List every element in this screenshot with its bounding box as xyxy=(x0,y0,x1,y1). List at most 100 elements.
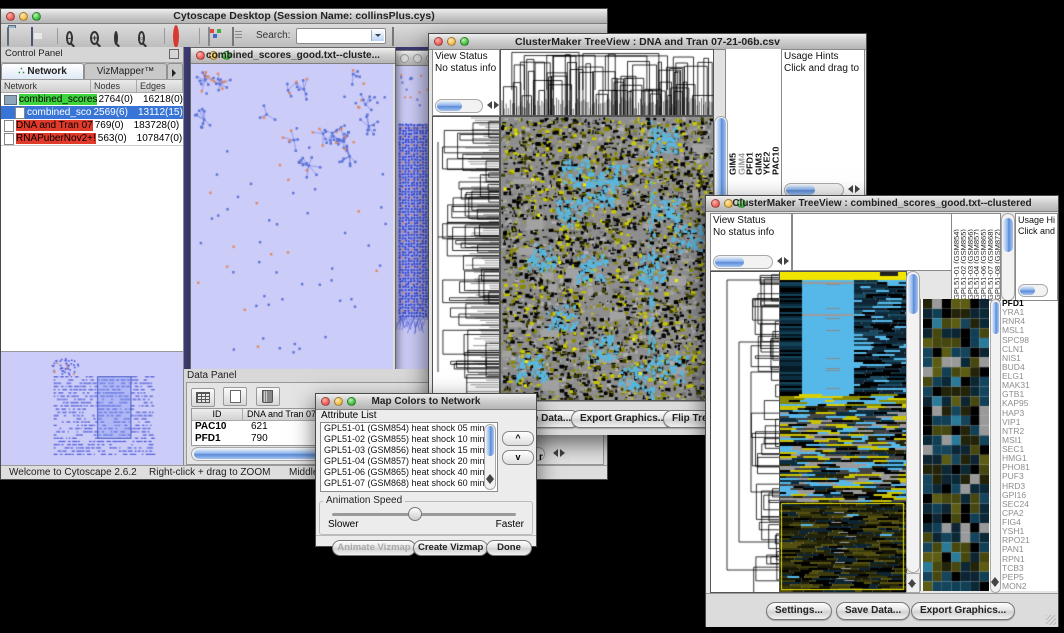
view-status-hscrollbar[interactable] xyxy=(435,99,483,113)
list-item[interactable]: GPL51-07 (GSM868) heat shock 60 min xyxy=(321,478,497,489)
save-data-button[interactable]: Save Data... xyxy=(836,602,910,620)
global-heatmap-canvas[interactable] xyxy=(500,116,714,401)
scroll-arrows[interactable] xyxy=(773,257,792,265)
gene-label-list[interactable]: PFD1YRA1RNR4MSL1SPC98CLN1NIS1BUD4ELG1MAK… xyxy=(1002,299,1056,591)
annotation-icon[interactable] xyxy=(232,28,250,44)
list-item[interactable]: GPL51-01 (GSM854) heat shock 05 min xyxy=(321,423,497,434)
zoom-heatmap-canvas[interactable] xyxy=(923,299,989,591)
scroll-arrows[interactable] xyxy=(549,449,569,457)
column-label: GPL51-02 (GSM855) xyxy=(959,216,966,300)
export-graphics-button[interactable]: Export Graphics... xyxy=(911,602,1015,620)
control-panel-header: Control Panel xyxy=(1,47,183,63)
node-count: 2764(0) xyxy=(99,94,133,105)
speed-slider-track[interactable] xyxy=(332,513,516,516)
zoom-out-icon[interactable]: - xyxy=(66,28,84,44)
network-row[interactable]: DNA and Tran 07769(0)183728(0) xyxy=(1,119,183,132)
network-window-titlebar[interactable]: combined_scores_good.txt--cluste... xyxy=(191,48,395,64)
column-label: GIM3 xyxy=(754,89,762,175)
network-view-canvas[interactable] xyxy=(191,64,393,369)
move-down-button[interactable]: v xyxy=(502,450,534,465)
scroll-arrows[interactable] xyxy=(906,573,920,593)
network-name: combined_sco xyxy=(27,107,91,118)
delete-attribute-icon[interactable] xyxy=(256,387,280,406)
zoom-fit-icon[interactable]: ▫ xyxy=(138,28,156,44)
column-dendrogram-canvas[interactable] xyxy=(500,49,714,116)
network-row[interactable]: RNAPuberNov2+!563(0)107847(0) xyxy=(1,132,183,145)
list-item[interactable]: GPL51-06 (GSM865) heat shock 40 min xyxy=(321,467,497,478)
help-lifesaver-icon[interactable] xyxy=(173,28,191,44)
usage-hints-title: Usage Hi xyxy=(1016,214,1057,226)
tab-overflow-icon[interactable] xyxy=(167,63,183,79)
zoom-selected-icon[interactable] xyxy=(114,28,132,44)
list-item[interactable]: GPL51-03 (GSM856) heat shock 15 min xyxy=(321,445,497,456)
slower-label: Slower xyxy=(328,519,359,530)
list-item[interactable]: GPL51-04 (GSM857) heat shock 20 min xyxy=(321,456,497,467)
move-up-button[interactable]: ^ xyxy=(502,431,534,446)
done-button[interactable]: Done xyxy=(486,540,532,556)
treeview2-content: View Status No status info GPL51-01 (GSM… xyxy=(706,211,1058,626)
gene-label[interactable]: MON2 xyxy=(1002,582,1056,591)
column-dendrogram-area[interactable] xyxy=(792,213,952,271)
scroll-arrows[interactable] xyxy=(483,101,500,109)
zoom-vscrollbar[interactable] xyxy=(990,299,1001,593)
node-count: 563(0) xyxy=(98,133,127,144)
chevron-down-icon[interactable] xyxy=(371,30,384,41)
tab-network[interactable]: ∴ Network xyxy=(1,63,84,79)
close-button[interactable] xyxy=(400,54,409,63)
save-icon[interactable] xyxy=(31,28,49,44)
dialog-titlebar[interactable]: Map Colors to Network xyxy=(316,394,536,410)
toolbar-separator xyxy=(199,28,200,44)
column-label: GIM4 xyxy=(737,89,745,175)
resize-grip[interactable] xyxy=(1046,615,1056,625)
detach-panel-icon[interactable] xyxy=(169,49,179,59)
row-dendrogram-canvas[interactable] xyxy=(710,271,781,593)
heatmap-vscrollbar[interactable] xyxy=(906,271,920,573)
list-item[interactable]: GPL51-02 (GSM855) heat shock 10 min xyxy=(321,434,497,445)
animate-vizmap-button[interactable]: Animate Vizmap xyxy=(332,540,416,556)
usage-hints-hscrollbar[interactable] xyxy=(1018,284,1048,297)
new-attribute-icon[interactable] xyxy=(223,387,247,406)
view-status-panel: View Status No status info xyxy=(710,213,792,271)
column-label: GPL51-01 (GSM854) xyxy=(952,216,959,300)
minimize-button[interactable] xyxy=(413,54,422,63)
folder-icon xyxy=(4,95,17,105)
labels-vscrollbar[interactable] xyxy=(1001,213,1015,301)
usage-hints-title: Usage Hints xyxy=(782,50,864,63)
export-graphics-button[interactable]: Export Graphics... xyxy=(571,410,675,428)
edge-attribute-browser-tab-fragment[interactable]: r xyxy=(539,452,543,463)
treeview1-titlebar[interactable]: ClusterMaker TreeView : DNA and Tran 07-… xyxy=(429,34,866,50)
zoom-column-labels: GIM5GIM4PFD1GIM3YKE2PAC10 xyxy=(728,87,780,175)
network-row[interactable]: combined_scores2764(0)16218(0) xyxy=(1,93,183,106)
column-label: GPL51-06 (GSM865) xyxy=(979,216,986,300)
network-name: RNAPuberNov2+! xyxy=(16,133,96,144)
main-titlebar[interactable]: Cytoscape Desktop (Session Name: collins… xyxy=(1,9,607,24)
usage-hints-text: Click and drag to xyxy=(782,63,864,74)
birdseye-view-canvas[interactable] xyxy=(1,351,183,466)
search-label: Search: xyxy=(256,30,290,41)
tab-vizmapper[interactable]: VizMapper™ xyxy=(84,63,167,79)
usage-hints-panel: Usage Hints Click and drag to xyxy=(781,49,865,201)
desktop: Cytoscape Desktop (Session Name: collins… xyxy=(0,0,1064,633)
view-status-hscrollbar[interactable] xyxy=(713,255,773,269)
scroll-arrows[interactable] xyxy=(844,185,864,193)
zoom-in-icon[interactable]: + xyxy=(90,28,108,44)
treeview2-titlebar[interactable]: ClusterMaker TreeView : combined_scores_… xyxy=(706,196,1058,212)
open-folder-icon[interactable] xyxy=(7,28,25,44)
speed-slider-thumb[interactable] xyxy=(408,507,422,521)
select-attributes-icon[interactable] xyxy=(191,388,215,407)
create-vizmap-button[interactable]: Create Vizmap xyxy=(413,540,488,556)
doc-icon xyxy=(4,120,14,132)
global-heatmap-canvas[interactable] xyxy=(779,271,907,593)
network-row[interactable]: combined_sco2569(6)13112(15) xyxy=(1,106,183,119)
status-welcome: Welcome to Cytoscape 2.6.2 xyxy=(9,467,137,478)
attribute-list-vscrollbar[interactable] xyxy=(484,424,496,490)
settings-button[interactable]: Settings... xyxy=(766,602,832,620)
usage-hints-text: Click and xyxy=(1016,226,1057,236)
import-table-icon[interactable] xyxy=(392,28,410,44)
column-label: YKE2 xyxy=(762,89,770,175)
treeview1-title: ClusterMaker TreeView : DNA and Tran 07-… xyxy=(429,36,866,48)
attribute-listbox[interactable]: GPL51-01 (GSM854) heat shock 05 minGPL51… xyxy=(320,422,498,492)
search-combobox[interactable] xyxy=(296,28,386,44)
vizmapper-icon[interactable] xyxy=(208,28,226,44)
row-dendrogram-canvas[interactable] xyxy=(432,116,500,401)
